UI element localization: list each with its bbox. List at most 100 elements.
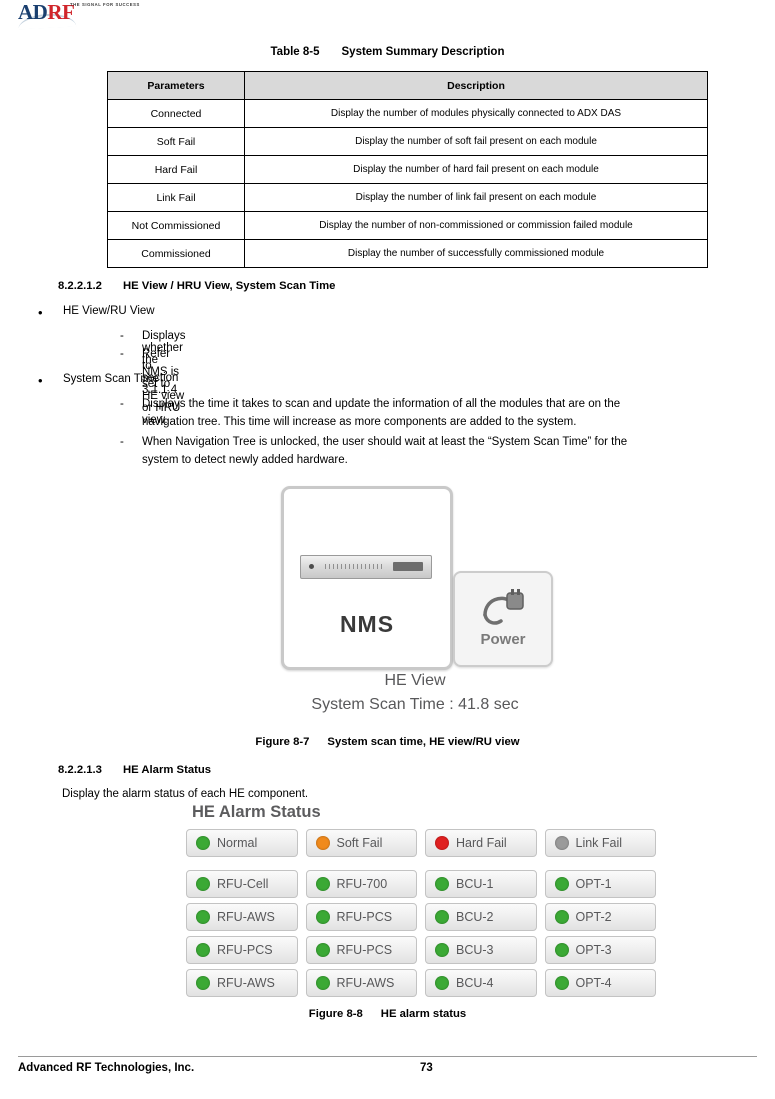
power-label: Power (480, 631, 526, 648)
table-header-parameters: Parameters (107, 71, 245, 100)
power-plug-icon (477, 585, 529, 629)
legend-item-soft-fail[interactable]: Soft Fail (305, 829, 417, 857)
alarm-item-label: OPT-1 (575, 877, 612, 891)
sub-item-unlocked-nav-tree-line2: system to detect newly added hardware. (142, 454, 348, 466)
alarm-item[interactable]: BCU-2 (425, 903, 537, 931)
logo-tagline: THE SIGNAL FOR SUCCESS (70, 2, 140, 7)
legend-item-hard-fail[interactable]: Hard Fail (425, 829, 537, 857)
footer-divider (18, 1056, 757, 1057)
table-row: Not Commissioned Display the number of n… (107, 211, 708, 240)
he-view-text: HE View (384, 672, 446, 689)
table-row: Hard Fail Display the number of hard fai… (107, 155, 708, 184)
power-panel[interactable]: Power (453, 571, 553, 667)
alarm-item[interactable]: RFU-PCS (305, 936, 417, 964)
nms-figure: NMS Power HE View System Scan Time : 41.… (281, 486, 553, 721)
heading-8-2-2-1-3: 8.2.2.1.3 HE Alarm Status (58, 764, 211, 776)
alarm-item[interactable]: RFU-AWS (186, 903, 298, 931)
alarm-item-label: BCU-2 (456, 910, 494, 924)
sub-item-scan-description-line2: navigation tree. This time will increase… (142, 416, 577, 428)
nms-device-label: NMS (339, 611, 395, 637)
alarm-item[interactable]: BCU-4 (425, 969, 537, 997)
legend-label: Hard Fail (456, 836, 507, 850)
status-dot-icon (315, 877, 330, 891)
bullet-marker: • (38, 305, 43, 320)
system-scan-time-text: System Scan Time : 41.8 sec (311, 696, 519, 713)
alarm-row: RFU-Cell RFU-700 BCU-1 OPT-1 (186, 870, 656, 898)
alarm-item[interactable]: RFU-AWS (305, 969, 417, 997)
table-header-description: Description (244, 71, 708, 100)
table-row: Commissioned Display the number of succe… (107, 239, 708, 268)
legend-label: Normal (217, 836, 258, 850)
alarm-item-label: RFU-Cell (217, 877, 269, 891)
alarm-item-label: OPT-2 (575, 910, 612, 924)
alarm-legend-row: Normal Soft Fail Hard Fail Link Fail (186, 829, 656, 857)
alarm-item[interactable]: RFU-PCS (186, 936, 298, 964)
table-caption: Table 8-5 System Summary Description (0, 46, 775, 58)
alarm-item-label: BCU-1 (456, 877, 494, 891)
alarm-item[interactable]: BCU-1 (425, 870, 537, 898)
alarm-item[interactable]: OPT-4 (544, 969, 656, 997)
alarm-row: RFU-AWS RFU-PCS BCU-2 OPT-2 (186, 903, 656, 931)
table-caption-label: Table 8-5 (270, 46, 320, 58)
table-cell-description: Display the number of non-commissioned o… (244, 211, 708, 240)
status-dot-icon (554, 976, 569, 990)
alarm-grid: Normal Soft Fail Hard Fail Link Fail RFU… (186, 829, 656, 1002)
alarm-item[interactable]: RFU-700 (305, 870, 417, 898)
figure-caption-title: HE alarm status (380, 1008, 467, 1020)
alarm-row: RFU-PCS RFU-PCS BCU-3 OPT-3 (186, 936, 656, 964)
heading-number: 8.2.2.1.3 (58, 764, 102, 776)
footer-page-number: 73 (420, 1062, 433, 1074)
alarm-item[interactable]: OPT-2 (544, 903, 656, 931)
alarm-item[interactable]: RFU-Cell (186, 870, 298, 898)
status-dot-icon (196, 943, 210, 957)
heading-8-2-2-1-2: 8.2.2.1.2 HE View / HRU View, System Scan… (58, 280, 335, 292)
status-dot-icon (435, 976, 449, 990)
nms-device-image (300, 555, 432, 579)
alarm-item[interactable]: OPT-1 (544, 870, 656, 898)
table-cell-description: Display the number of link fail present … (244, 183, 708, 212)
table-cell-parameter: Link Fail (107, 183, 245, 212)
alarm-item[interactable]: RFU-PCS (305, 903, 417, 931)
status-dot-icon (315, 976, 330, 990)
status-dot-icon (196, 976, 210, 990)
table-row: Soft Fail Display the number of soft fai… (107, 127, 708, 156)
legend-item-link-fail[interactable]: Link Fail (544, 829, 656, 857)
status-dot-icon (435, 836, 449, 850)
footer-company: Advanced RF Technologies, Inc. (18, 1062, 195, 1074)
status-dot-icon (435, 877, 449, 891)
status-dot-icon (315, 943, 330, 957)
bullet-text: HE View/RU View (63, 305, 155, 317)
status-dot-icon (435, 943, 449, 957)
status-dot-icon (554, 877, 569, 891)
he-alarm-status-figure: HE Alarm Status Normal Soft Fail Hard Fa… (186, 803, 656, 997)
alarm-item[interactable]: OPT-3 (544, 936, 656, 964)
status-dot-icon (554, 836, 569, 850)
figure-caption-title: System scan time, HE view/RU view (327, 736, 520, 748)
alarm-item-label: RFU-700 (336, 877, 388, 891)
alarm-row: RFU-AWS RFU-AWS BCU-4 OPT-4 (186, 969, 656, 997)
he-alarm-status-title: HE Alarm Status (192, 803, 321, 821)
dash-marker: - (120, 436, 124, 448)
heading-text: HE Alarm Status (122, 764, 212, 776)
device-ports-icon (393, 562, 423, 571)
dash-marker: - (120, 348, 124, 360)
table-row: Connected Display the number of modules … (107, 99, 708, 128)
table-cell-parameter: Connected (107, 99, 245, 128)
bullet-text: System Scan Time (63, 373, 159, 385)
table-cell-parameter: Commissioned (107, 239, 245, 268)
legend-item-normal[interactable]: Normal (186, 829, 298, 857)
status-dot-icon (554, 943, 569, 957)
logo-main-text: AD (18, 0, 48, 24)
alarm-item[interactable]: BCU-3 (425, 936, 537, 964)
alarm-item-label: OPT-3 (575, 943, 612, 957)
table-row: Link Fail Display the number of link fai… (107, 183, 708, 212)
alarm-item-label: RFU-AWS (217, 976, 275, 990)
table-cell-parameter: Soft Fail (107, 127, 245, 156)
alarm-item-label: RFU-PCS (217, 943, 273, 957)
alarm-item[interactable]: RFU-AWS (186, 969, 298, 997)
status-dot-icon (196, 877, 210, 891)
figure-8-8-caption: Figure 8-8 HE alarm status (0, 1008, 775, 1020)
heading-number: 8.2.2.1.2 (58, 280, 102, 292)
system-summary-table: Parameters Description Connected Display… (107, 71, 708, 268)
sub-item-text: Refer to section 3.1.1.4 (142, 348, 179, 396)
